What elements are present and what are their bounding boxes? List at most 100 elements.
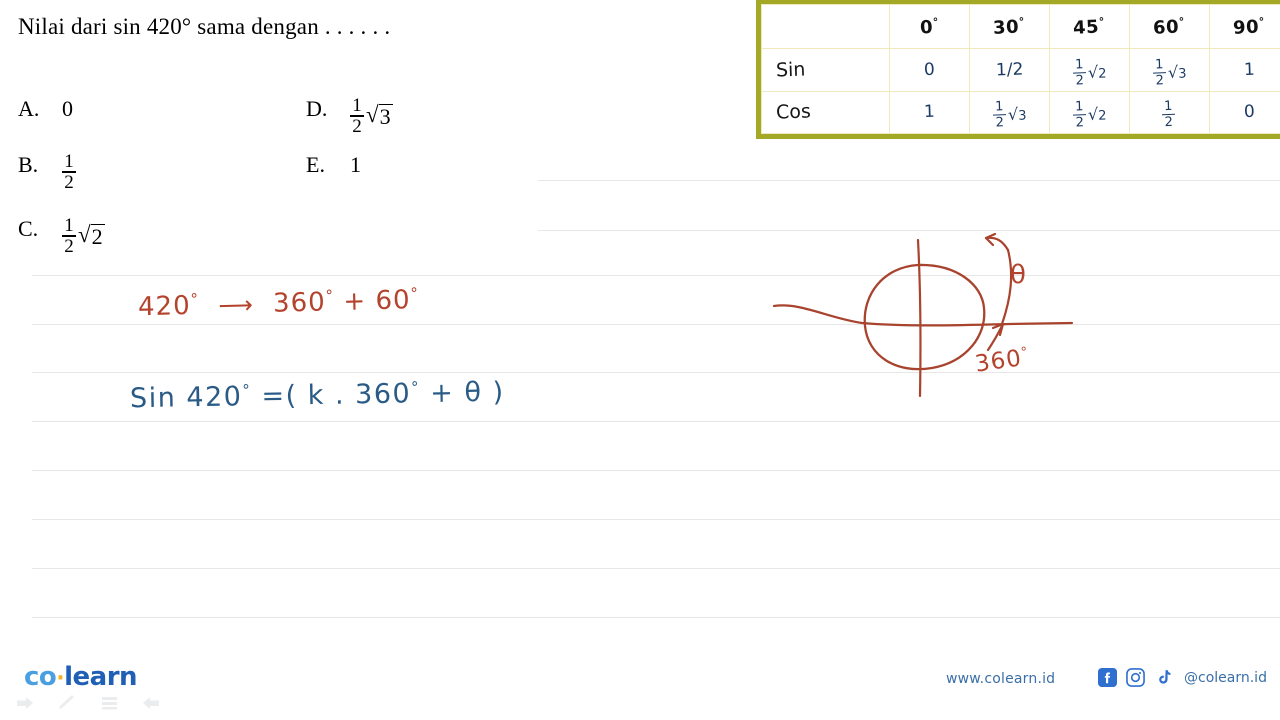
colearn-logo: co·learn	[24, 662, 138, 692]
trig-value: 1 2 √2	[1072, 56, 1107, 89]
handwriting-step-2: Sin 420° =( k . 360° + θ )	[129, 376, 505, 415]
trig-value: 1 2 √3	[992, 99, 1027, 131]
fraction-numerator: 1	[1163, 98, 1173, 115]
question-text: Nilai dari sin 420° sama dengan . . . . …	[18, 14, 391, 39]
trig-reference-table: 0° 30° 45° 60° 90° Sin 0 1/2 1 2 √2 1 2 √3 1 Cos 1 1 2 √3 1 2…	[756, 0, 1280, 139]
radical-sign-icon: √	[366, 102, 379, 128]
undo-icon[interactable]	[14, 694, 36, 717]
answer-option-c[interactable]: C. 1 2 √ 2	[18, 216, 105, 256]
trig-table-header-row: 0° 30° 45° 60° 90°	[761, 4, 1280, 49]
trig-value: 1 2 √3	[1152, 56, 1187, 89]
rule-line	[538, 180, 1280, 181]
rule-line	[32, 421, 1280, 422]
handwritten-fraction: 12	[1072, 56, 1086, 89]
row-label-text: Cos	[775, 100, 812, 124]
trig-value: 1/2	[995, 59, 1024, 81]
logo-co-text: co	[24, 662, 57, 692]
option-value: 12	[62, 152, 77, 192]
social-handle-text: @colearn.id	[1184, 669, 1267, 686]
logo-dot-icon: ·	[56, 666, 65, 691]
hw-360: 360	[272, 287, 327, 319]
fraction: 12	[350, 96, 364, 136]
fraction-numerator: 1	[352, 95, 362, 116]
fraction: 12	[62, 216, 76, 256]
trig-value-cell: 1 2 √2	[1049, 90, 1130, 134]
trig-table-grid: 0° 30° 45° 60° 90° Sin 0 1/2 1 2 √2 1 2 √3 1 Cos 1 1 2 √3 1 2…	[761, 4, 1280, 134]
option-letter: D.	[306, 96, 328, 121]
redo-icon[interactable]	[140, 694, 162, 717]
fraction-denominator: 2	[1075, 115, 1084, 131]
handwritten-square-root: √3	[1167, 62, 1187, 82]
radicand: 3	[378, 104, 393, 130]
trig-table-row: Cos 1 1 2 √3 1 2 √2 1 2 0	[761, 90, 1280, 134]
trig-value-cell: 1/2	[969, 48, 1050, 92]
fraction: 12	[62, 152, 76, 192]
fraction-denominator: 2	[352, 115, 362, 137]
footer-website-url: www.colearn.id	[946, 671, 1056, 687]
drawing-toolbar[interactable]	[14, 694, 162, 717]
option-value: 1 2 √ 3	[350, 96, 393, 136]
trig-table-row: Sin 0 1/2 1 2 √2 1 2 √3 1	[761, 48, 1280, 92]
trig-angle-header: 60°	[1129, 4, 1210, 49]
fraction-numerator: 1	[64, 151, 74, 172]
tiktok-icon[interactable]	[1154, 668, 1173, 687]
handwritten-square-root: √2	[1087, 104, 1107, 125]
handwritten-square-root: √2	[1087, 62, 1107, 82]
fraction-denominator: 2	[1155, 73, 1164, 89]
option-letter: B.	[18, 152, 39, 177]
hw-equals: =(	[261, 380, 298, 412]
option-value: 1 2 √ 2	[62, 216, 105, 256]
eraser-icon[interactable]	[98, 694, 120, 717]
answer-option-b[interactable]: B. 1 2	[18, 152, 77, 192]
hw-k360: k . 360	[307, 378, 412, 412]
option-value: 1	[350, 152, 361, 177]
unit-circle-sketch	[772, 232, 1074, 398]
diagram-label-theta: θ	[1010, 260, 1026, 290]
trig-table-corner-cell	[761, 4, 890, 49]
hw-420: 420	[137, 290, 192, 323]
square-root: √ 2	[78, 223, 105, 249]
answer-option-d[interactable]: D. 1 2 √ 3	[306, 96, 393, 136]
trig-value: 12	[1161, 98, 1177, 131]
footer-social-links: @colearn.id	[1098, 668, 1267, 687]
fraction-numerator: 1	[1154, 56, 1164, 73]
hw-arrow-icon: ⟶	[218, 290, 255, 320]
trig-value-cell: 12	[1129, 90, 1210, 134]
trig-value-cell: 1 2 √3	[969, 90, 1050, 134]
fraction-denominator: 2	[995, 115, 1004, 131]
row-label-text: Sin	[775, 58, 806, 82]
trig-value: 0	[923, 59, 936, 80]
hw-theta-term: + θ )	[429, 376, 505, 410]
answer-option-e[interactable]: E. 1	[306, 152, 361, 178]
angle-label: 45°	[1072, 14, 1106, 39]
trig-value-cell: 1	[1209, 48, 1280, 92]
hw-60: 60	[375, 285, 411, 317]
facebook-icon[interactable]	[1098, 668, 1117, 687]
fraction-numerator: 1	[1074, 99, 1084, 115]
instagram-icon[interactable]	[1126, 668, 1145, 687]
logo-learn-text: learn	[64, 662, 138, 692]
trig-value-cell: 1	[889, 90, 970, 134]
option-letter: A.	[18, 96, 40, 121]
question-area: Nilai dari sin 420° sama dengan . . . . …	[18, 14, 538, 256]
handwritten-fraction: 12	[1152, 56, 1166, 89]
fraction-numerator: 1	[1074, 56, 1084, 73]
trig-value-cell: 1 2 √2	[1049, 48, 1130, 92]
handwritten-fraction: 12	[1072, 99, 1086, 131]
fraction-denominator: 2	[1164, 115, 1174, 131]
trig-value: 1	[1243, 59, 1256, 80]
fraction-denominator: 2	[64, 171, 74, 193]
rule-line	[32, 519, 1280, 520]
fraction-numerator: 1	[64, 215, 74, 236]
fraction-denominator: 2	[1075, 73, 1084, 89]
handwritten-fraction: 12	[992, 99, 1006, 131]
trig-value: 0	[1243, 102, 1256, 123]
trig-value-cell: 0	[1209, 90, 1280, 134]
handwriting-step-1: 420° ⟶ 360° + 60°	[137, 284, 420, 323]
pen-icon[interactable]	[56, 694, 78, 717]
trig-value-cell: 1 2 √3	[1129, 48, 1210, 92]
trig-value: 1	[923, 102, 936, 123]
angle-label: 0°	[919, 15, 940, 38]
answer-option-a[interactable]: A. 0	[18, 96, 73, 122]
radicand: 2	[90, 224, 105, 250]
